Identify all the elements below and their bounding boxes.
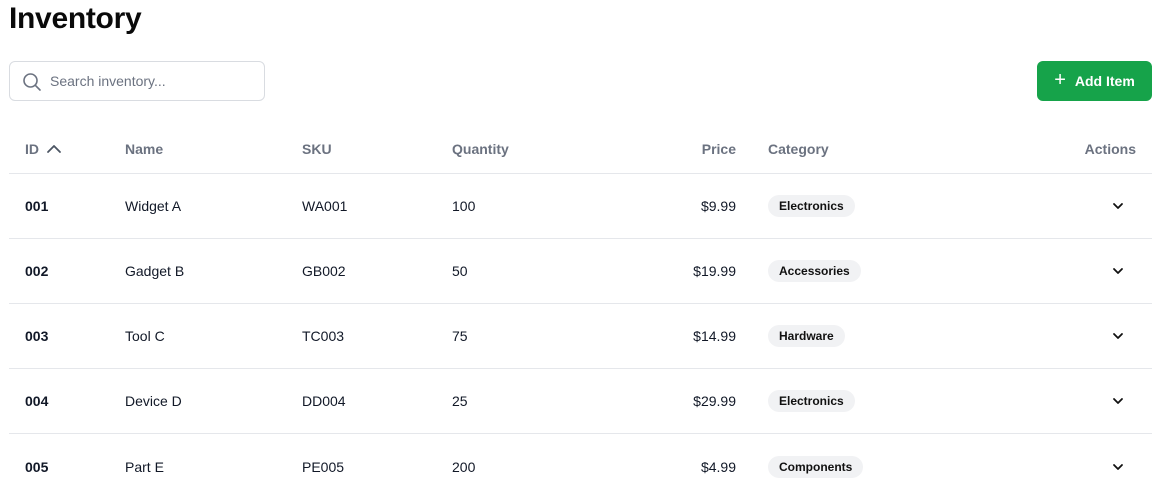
chevron-down-icon[interactable] — [1110, 459, 1126, 475]
cell-id: 005 — [25, 458, 49, 475]
chevron-up-icon[interactable] — [46, 141, 62, 157]
table-row: 004 Device D DD004 25 $29.99 Electronics — [9, 369, 1152, 434]
table-header: ID Name SKU Quantity Price Category Acti… — [9, 124, 1152, 174]
add-item-button[interactable]: + Add Item — [1037, 61, 1152, 101]
cell-quantity: 100 — [452, 198, 476, 214]
cell-price: $29.99 — [693, 393, 736, 409]
cell-sku: PE005 — [302, 458, 345, 475]
cell-id: 001 — [25, 198, 49, 214]
category-badge: Electronics — [768, 390, 855, 412]
cell-sku: GB002 — [302, 263, 346, 279]
cell-id: 002 — [25, 263, 49, 279]
add-item-label: Add Item — [1074, 73, 1135, 89]
chevron-down-icon[interactable] — [1110, 263, 1126, 279]
column-header-price[interactable]: Price — [702, 124, 736, 173]
search-box[interactable] — [9, 61, 265, 101]
category-badge: Hardware — [768, 325, 845, 347]
column-header-name[interactable]: Name — [125, 124, 163, 173]
category-badge: Components — [768, 455, 864, 478]
column-header-category[interactable]: Category — [768, 124, 829, 173]
column-header-id[interactable]: ID — [25, 124, 62, 173]
category-badge: Accessories — [768, 260, 861, 282]
cell-price: $19.99 — [693, 263, 736, 279]
cell-name: Part E — [125, 458, 164, 475]
search-input[interactable] — [50, 62, 260, 100]
table-row: 001 Widget A WA001 100 $9.99 Electronics — [9, 174, 1152, 239]
cell-name: Gadget B — [125, 263, 185, 279]
cell-name: Device D — [125, 393, 182, 409]
cell-price: $4.99 — [700, 458, 736, 475]
cell-quantity: 200 — [452, 458, 476, 475]
category-badge: Electronics — [768, 195, 855, 217]
column-header-actions: Actions — [1084, 140, 1136, 157]
cell-quantity: 50 — [452, 263, 468, 279]
cell-price: $14.99 — [693, 328, 736, 344]
cell-id: 004 — [25, 393, 49, 409]
table-row: 005 Part E PE005 200 $4.99 Components — [9, 434, 1152, 499]
chevron-down-icon[interactable] — [1110, 393, 1126, 409]
search-icon — [23, 73, 41, 91]
chevron-down-icon[interactable] — [1110, 328, 1126, 344]
cell-quantity: 25 — [452, 393, 468, 409]
cell-name: Widget A — [125, 198, 182, 214]
cell-id: 003 — [25, 328, 49, 344]
cell-quantity: 75 — [452, 328, 468, 344]
cell-sku: WA001 — [302, 198, 348, 214]
plus-icon: + — [1054, 69, 1066, 91]
chevron-down-icon[interactable] — [1110, 198, 1126, 214]
cell-price: $9.99 — [700, 198, 736, 214]
table-row: 003 Tool C TC003 75 $14.99 Hardware — [9, 304, 1152, 369]
cell-name: Tool C — [125, 328, 165, 344]
cell-sku: TC003 — [302, 328, 345, 344]
inventory-table: ID Name SKU Quantity Price Category Acti… — [9, 124, 1152, 499]
cell-sku: DD004 — [302, 393, 346, 409]
column-header-sku[interactable]: SKU — [302, 124, 332, 173]
page-title: Inventory — [9, 2, 142, 35]
column-header-quantity[interactable]: Quantity — [452, 124, 509, 173]
table-row: 002 Gadget B GB002 50 $19.99 Accessories — [9, 239, 1152, 304]
